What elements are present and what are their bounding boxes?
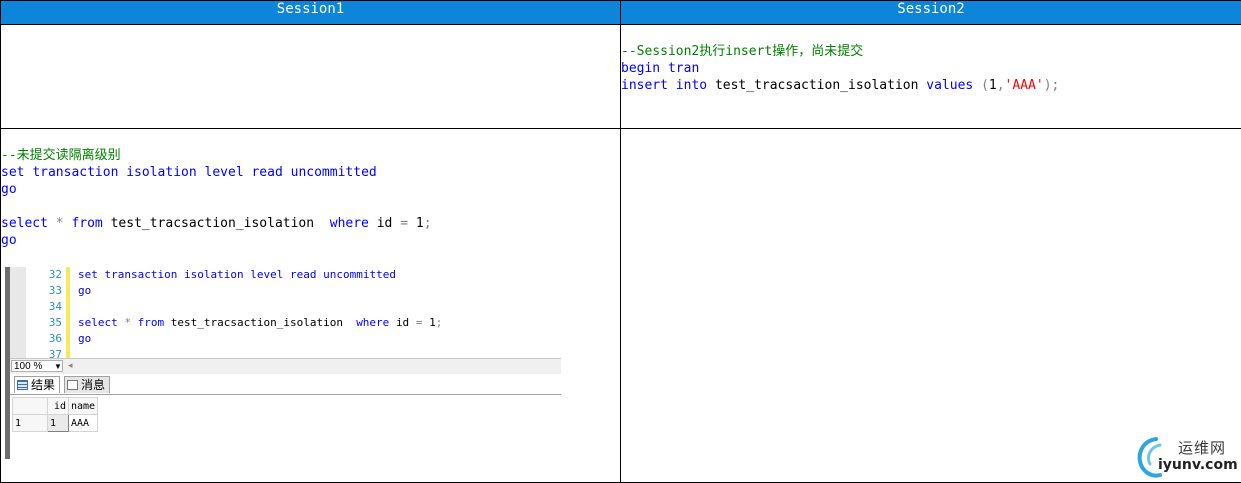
kw-isolation: isolation	[183, 268, 244, 281]
table-cell-selected[interactable]: 1	[47, 414, 69, 432]
kw-set: set	[78, 268, 98, 281]
grid-icon	[17, 380, 28, 390]
query-editor[interactable]: set transaction isolation level read unc…	[78, 267, 442, 347]
paren-close: );	[1043, 78, 1060, 93]
kw-set: set	[1, 165, 25, 180]
kw-isolation: isolation	[126, 165, 197, 180]
session1-code-block: --未提交读隔离级别 set transaction isolation lev…	[1, 147, 620, 249]
value-num: 1	[429, 316, 436, 329]
session1-step1-cell	[0, 24, 621, 129]
zoom-select[interactable]: 100 % ▼	[11, 360, 63, 372]
kw-uncommitted: uncommitted	[323, 268, 396, 281]
kw-level: level	[204, 165, 244, 180]
kw-go: go	[78, 332, 92, 345]
table-name: test_tracsaction_isolation	[170, 316, 343, 329]
kw-go: go	[1, 182, 17, 197]
value-num: 1	[415, 216, 424, 231]
kw-transaction: transaction	[104, 268, 178, 281]
kw-values: values	[926, 78, 974, 93]
kw-go: go	[78, 284, 92, 297]
column-header[interactable]: id	[47, 397, 69, 415]
results-header-row: id name	[12, 397, 99, 415]
editor-gutter	[10, 267, 26, 358]
kw-level: level	[250, 268, 284, 281]
equals: =	[400, 216, 409, 231]
kw-read: read	[251, 165, 283, 180]
watermark-logo: 运维网 iyunv.com	[1134, 433, 1238, 479]
star: *	[124, 316, 131, 329]
session-comparison-table: Session1 Session2 --Session2执行insert操作，尚…	[0, 0, 1241, 483]
line-number: 35	[48, 316, 62, 329]
session2-step2-cell	[620, 128, 1241, 483]
message-icon	[67, 380, 78, 390]
row-number[interactable]: 1	[12, 414, 48, 432]
table-name: test_tracsaction_isolation	[714, 78, 919, 93]
results-grid: id name 1 1 AAA	[10, 395, 561, 459]
kw-read: read	[289, 268, 317, 281]
comma: ,	[996, 78, 1005, 93]
column-header-session2: Session2	[620, 0, 1241, 25]
tab-messages[interactable]: 消息	[64, 376, 111, 393]
line-numbers: 32 33 34 35 36 37	[30, 267, 62, 363]
session2-step1-cell: --Session2执行insert操作，尚未提交 begin tran ins…	[620, 24, 1241, 129]
change-tracking-bar	[66, 267, 70, 358]
kw-where: where	[329, 216, 369, 231]
column-header-session1: Session1	[0, 0, 621, 25]
column-id: id	[376, 216, 393, 231]
kw-go: go	[1, 233, 17, 248]
watermark-cn: 运维网	[1178, 439, 1227, 457]
semicolon: ;	[423, 216, 432, 231]
equals: =	[415, 316, 423, 329]
column-id: id	[395, 316, 410, 329]
line-number: 32	[48, 268, 62, 281]
kw-from: from	[137, 316, 165, 329]
paren-open: (	[981, 78, 989, 93]
zoom-bar: 100 % ▼ ◂	[10, 358, 561, 374]
kw-from: from	[71, 216, 103, 231]
kw-select: select	[78, 316, 118, 329]
tab-messages-label: 消息	[81, 378, 106, 392]
kw-tran: tran	[667, 61, 700, 76]
code-comment: --Session2执行insert操作，尚未提交	[621, 44, 864, 59]
column-header[interactable]: name	[67, 397, 99, 415]
chevron-down-icon: ▼	[54, 362, 62, 371]
tab-results[interactable]: 结果	[14, 376, 61, 393]
tab-results-label: 结果	[31, 378, 56, 392]
kw-select: select	[1, 216, 48, 231]
results-table: id name 1 1 AAA	[12, 397, 99, 432]
value-num: 1	[988, 78, 997, 93]
kw-into: into	[675, 78, 708, 93]
value-string: 'AAA'	[1004, 78, 1044, 93]
scroll-left-icon[interactable]: ◂	[68, 360, 73, 371]
line-number: 36	[48, 332, 62, 345]
session2-code-block: --Session2执行insert操作，尚未提交 begin tran ins…	[621, 43, 1241, 94]
results-tabs: 结果 消息	[10, 374, 561, 395]
star: *	[55, 216, 64, 231]
kw-insert: insert	[621, 78, 668, 93]
zoom-value: 100 %	[14, 361, 43, 372]
table-cell[interactable]: AAA	[67, 414, 99, 432]
line-number: 33	[48, 284, 62, 297]
kw-where: where	[356, 316, 390, 329]
session1-step2-cell: --未提交读隔离级别 set transaction isolation lev…	[0, 128, 621, 483]
watermark-en: iyunv.com	[1158, 457, 1238, 473]
table-row[interactable]: 1 1 AAA	[12, 414, 99, 432]
table-name: test_tracsaction_isolation	[110, 216, 315, 231]
ssms-screenshot: 32 33 34 35 36 37 set transaction isolat…	[5, 267, 561, 459]
semicolon: ;	[435, 316, 443, 329]
code-comment: --未提交读隔离级别	[1, 148, 121, 163]
row-header-corner	[12, 397, 48, 415]
kw-uncommitted: uncommitted	[290, 165, 377, 180]
line-number: 34	[48, 300, 62, 313]
kw-begin: begin	[621, 61, 661, 76]
kw-transaction: transaction	[32, 165, 119, 180]
